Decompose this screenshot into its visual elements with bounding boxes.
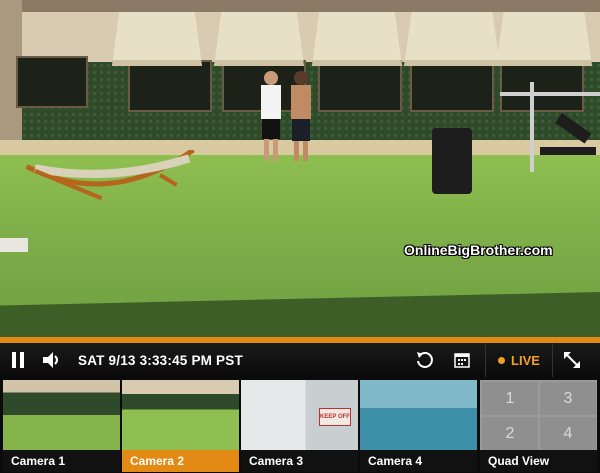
camera-2-preview [122,380,239,450]
sign: KEEP OFF [319,408,351,426]
camera-1-label: Camera 1 [3,450,120,472]
houseguest [258,70,284,162]
live-button[interactable]: LIVE [485,343,553,377]
houseguest [288,70,314,162]
window [16,56,88,108]
camera-4-thumb[interactable]: Camera 4 [360,380,477,472]
awning [404,12,500,66]
control-bar: SAT 9/13 3:33:45 PM PST LIVE [0,343,600,377]
awning [214,12,304,66]
awning [112,12,202,66]
calendar-button[interactable] [452,343,472,377]
camera-strip: Camera 1 Camera 2 KEEP OFF Camera 3 Came… [0,377,600,473]
quad-cell-2: 2 [482,417,538,450]
camera-2-label: Camera 2 [122,450,239,472]
window [410,60,494,112]
quad-cell-1: 1 [482,382,538,415]
timestamp: SAT 9/13 3:33:45 PM PST [78,352,243,368]
camera-1-thumb[interactable]: Camera 1 [3,380,120,472]
quad-view-preview: 1 3 2 4 [480,380,597,450]
pause-button[interactable] [8,343,28,377]
hammock [25,150,195,200]
dumbbell-rack [432,128,472,194]
awning [312,12,402,66]
camera-4-label: Camera 4 [360,450,477,472]
quad-view-thumb[interactable]: 1 3 2 4 Quad View [480,380,597,472]
volume-button[interactable] [40,343,64,377]
camera-1-preview [3,380,120,450]
fullscreen-button[interactable] [560,343,584,377]
pause-icon [12,352,16,368]
live-dot-icon [498,356,506,364]
camera-3-thumb[interactable]: KEEP OFF Camera 3 [241,380,358,472]
quad-view-label: Quad View [480,450,597,472]
window [318,60,402,112]
camera-3-preview: KEEP OFF [241,380,358,450]
expand-icon [564,352,580,368]
roof-shade [0,0,600,12]
replay-button[interactable] [414,343,436,377]
camera-4-preview [360,380,477,450]
camera-3-label: Camera 3 [241,450,358,472]
awning [496,12,592,66]
calendar-icon [454,353,470,368]
live-label: LIVE [511,352,540,368]
quad-cell-3: 3 [540,382,596,415]
watermark: OnlineBigBrother.com [404,242,553,258]
camera-2-thumb[interactable]: Camera 2 [122,380,239,472]
stepping-tile [0,238,28,252]
volume-icon [43,352,58,368]
quad-cell-4: 4 [540,417,596,450]
weight-bench [500,82,600,172]
video-feed[interactable]: OnlineBigBrother.com [0,0,600,337]
replay-icon [417,352,433,368]
window [128,60,212,112]
